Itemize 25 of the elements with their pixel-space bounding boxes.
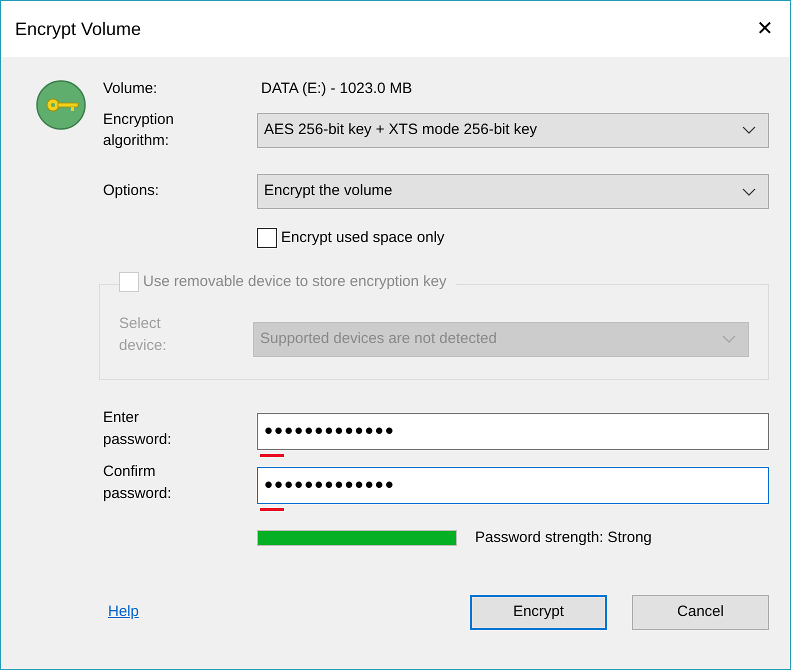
close-button[interactable]: ✕ xyxy=(750,14,780,44)
underline-mark xyxy=(260,508,284,510)
underline-mark xyxy=(260,454,284,456)
dropdown[interactable]: Encrypt the volume xyxy=(257,174,769,209)
dialog-button[interactable]: Encrypt xyxy=(470,595,607,630)
dialog-button[interactable]: Cancel xyxy=(632,595,769,630)
field-label: Volume: xyxy=(103,78,158,99)
chevron-down-icon xyxy=(722,335,736,343)
field-label: Options: xyxy=(103,181,160,202)
field-label: Encryption algorithm: xyxy=(103,110,175,151)
dropdown[interactable]: AES 256-bit key + XTS mode 256-bit key xyxy=(257,112,769,148)
checkbox[interactable] xyxy=(257,228,277,248)
window-title: Encrypt Volume xyxy=(15,18,142,41)
key-icon xyxy=(35,79,87,131)
field-label: Enter password: xyxy=(103,408,172,450)
checkbox-label[interactable]: Encrypt used space only xyxy=(281,227,444,250)
field-label: Select device: xyxy=(119,314,168,356)
field-label: Confirm password: xyxy=(103,462,172,504)
volume-value: DATA (E:) - 1023.0 MB xyxy=(260,78,412,99)
password-field[interactable]: ●●●●●●●●●●●●● xyxy=(257,466,769,504)
chevron-down-icon xyxy=(742,126,756,134)
help-link[interactable]: Help xyxy=(108,601,139,624)
strength-label: Password strength: Strong xyxy=(475,528,652,548)
password-field[interactable]: ●●●●●●●●●●●●● xyxy=(257,412,769,450)
chevron-down-icon xyxy=(742,188,756,196)
